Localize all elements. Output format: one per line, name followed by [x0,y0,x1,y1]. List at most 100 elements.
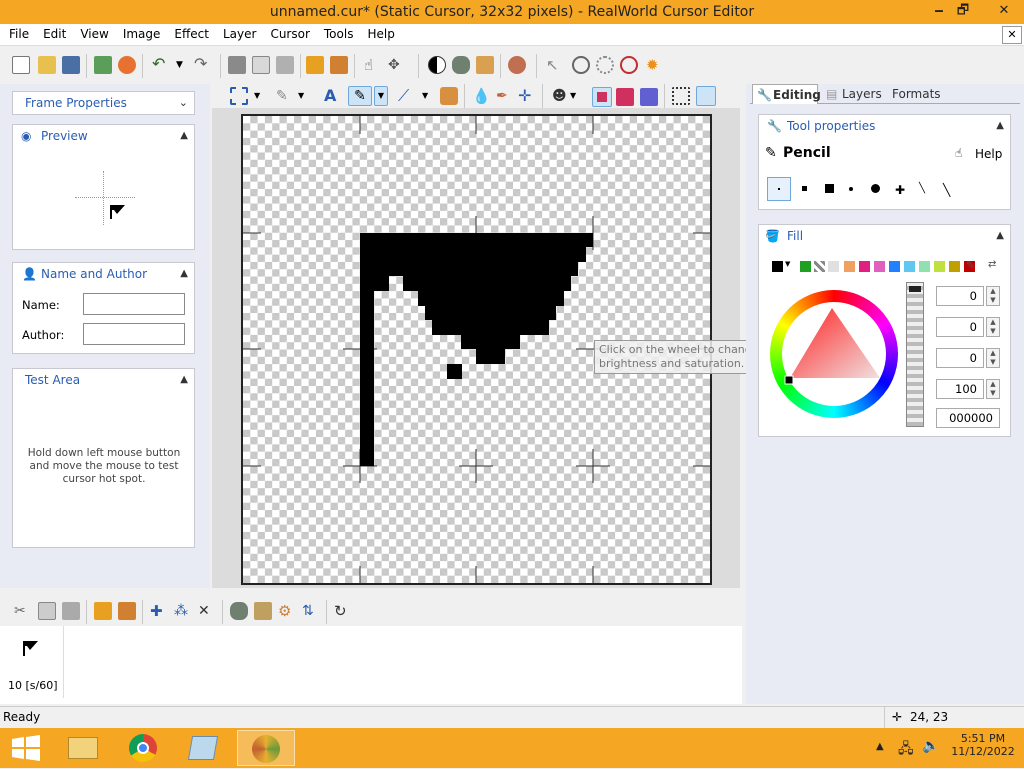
pixel-grid-icon[interactable] [696,86,716,106]
brush-dropdown-icon[interactable]: ▼ [298,87,316,105]
stamp-dropdown-icon[interactable]: ▼ [570,87,588,105]
color-swatch-olive[interactable] [949,261,960,272]
menu-edit[interactable]: Edit [36,24,73,44]
menu-image[interactable]: Image [116,24,168,44]
unavailable-cursor-icon[interactable] [620,56,638,74]
cursor-editor-taskbar-icon[interactable] [237,730,295,766]
select-icon[interactable] [230,87,248,105]
grid-icon[interactable] [672,87,690,105]
frame-thumbnail[interactable]: 10 [s/60] [0,626,64,698]
blend-mode-icon[interactable] [592,87,612,107]
copy-icon[interactable] [252,56,270,74]
close-button[interactable]: ✕ [984,0,1024,22]
brush-size-7[interactable]: ╲ [919,183,925,194]
file-explorer-icon[interactable] [56,730,110,766]
name-input[interactable] [83,293,185,315]
brush-icon[interactable]: ✎ [276,87,294,105]
saturation-spin-arrows[interactable]: ▲ ▼ [986,317,1000,337]
color-swatch-violet[interactable] [874,261,885,272]
menu-view[interactable]: View [73,24,115,44]
color-swatch-cyan[interactable] [904,261,915,272]
brush-size-3[interactable] [825,184,834,193]
notepad-icon[interactable] [176,730,230,766]
fill-header[interactable]: 🪣 Fill ▲ [759,225,1010,247]
arrow-cursor-icon[interactable]: ↖ [546,56,564,74]
menu-effect[interactable]: Effect [167,24,216,44]
sound-icon[interactable] [118,56,136,74]
color-picker-icon[interactable]: ✒ [496,87,514,105]
tab-editing[interactable]: 🔧 Editing [752,84,821,104]
color-swatch-lime[interactable] [934,261,945,272]
value-spinbox[interactable]: 0 [936,348,984,368]
save-icon[interactable] [62,56,80,74]
redo-icon[interactable]: ↷ [194,56,212,74]
hue-spinbox[interactable]: 0 [936,286,984,306]
pencil-dropdown-icon[interactable]: ▼ [374,86,388,106]
pencil-tool-icon[interactable]: ✎ [348,86,372,106]
duplicate-frame-icon[interactable] [94,602,112,620]
clock-cursor-icon[interactable] [572,56,590,74]
color-swatch-blue[interactable] [889,261,900,272]
menu-file[interactable]: File [0,24,36,44]
frame-effect-icon[interactable] [230,602,248,620]
user-icon[interactable] [508,56,526,74]
color-triangle[interactable] [784,304,884,404]
busy-cursor-icon[interactable] [596,56,614,74]
brush-size-1[interactable] [767,177,791,201]
value-spin-arrows[interactable]: ▲ ▼ [986,348,1000,368]
tab-formats[interactable]: Formats [892,84,941,104]
hue-spin-arrows[interactable]: ▲ ▼ [986,286,1000,306]
delete-frame-icon[interactable]: ✕ [198,602,216,620]
help-link[interactable]: ☝ Help [955,146,1002,161]
start-button[interactable] [0,730,56,766]
menu-tools[interactable]: Tools [317,24,361,44]
paste-frame-icon[interactable] [62,602,80,620]
color-swatch-light[interactable] [828,261,839,272]
blend-mode-2-icon[interactable] [616,88,634,106]
color-swatch-orange[interactable] [844,261,855,272]
brush-size-2[interactable] [802,186,807,191]
undo-dropdown-icon[interactable]: ▼ [176,56,194,74]
frame-resize-icon[interactable] [254,602,272,620]
open-folder-icon[interactable] [38,56,56,74]
volume-icon[interactable]: 🔈 [922,738,939,754]
alpha-slider[interactable] [906,282,924,427]
insert-frame-icon[interactable] [118,602,136,620]
eyedropper-icon[interactable]: ✎ [966,259,975,272]
drop-icon[interactable]: 💧 [472,87,491,105]
test-area-header[interactable]: Test Area ▲ [13,369,194,391]
layers-icon[interactable] [306,56,324,74]
color-swatch-mint[interactable] [919,261,930,272]
text-tool-icon[interactable]: A [324,87,342,105]
color-swatch-pink[interactable] [859,261,870,272]
contrast-icon[interactable] [428,56,446,74]
line-tool-icon[interactable]: ⟋ [398,87,416,105]
burst-icon[interactable]: ✹ [646,56,664,74]
author-input[interactable] [83,323,185,345]
copy-frame-icon[interactable] [38,602,56,620]
paste-icon[interactable] [276,56,294,74]
select-dropdown-icon[interactable]: ▼ [254,87,272,105]
brush-size-8[interactable]: ╲ [943,183,950,197]
name-author-header[interactable]: 👤 Name and Author ▲ [13,263,194,285]
move-icon[interactable]: ✛ [518,87,536,105]
cut-frame-icon[interactable]: ✂ [14,602,32,620]
effect-icon[interactable] [452,56,470,74]
merge-icon[interactable] [330,56,348,74]
line-dropdown-icon[interactable]: ▼ [422,87,440,105]
restore-button[interactable]: 🗗 [948,0,978,22]
user-stamp-icon[interactable]: ☻ [552,87,570,105]
preview-header[interactable]: ◉ Preview ▲ [13,125,194,147]
undo-icon[interactable]: ↶ [152,56,170,74]
frame-gear-icon[interactable]: ⚙ [278,602,296,620]
new-file-icon[interactable] [12,56,30,74]
hotspot-icon[interactable]: ✥ [388,56,406,74]
hand-icon[interactable]: ☝ [364,56,382,74]
tool-properties-header[interactable]: 🔧 Tool properties ▲ [759,115,1010,137]
tab-layers[interactable]: ▤ Layers [824,84,882,104]
saturation-spinbox[interactable]: 0 [936,317,984,337]
swatch-dropdown-icon[interactable]: ▼ [785,260,790,268]
tray-expand-icon[interactable]: ▲ [876,741,884,752]
alpha-spin-arrows[interactable]: ▲ ▼ [986,379,1000,399]
blend-mode-3-icon[interactable] [640,88,658,106]
